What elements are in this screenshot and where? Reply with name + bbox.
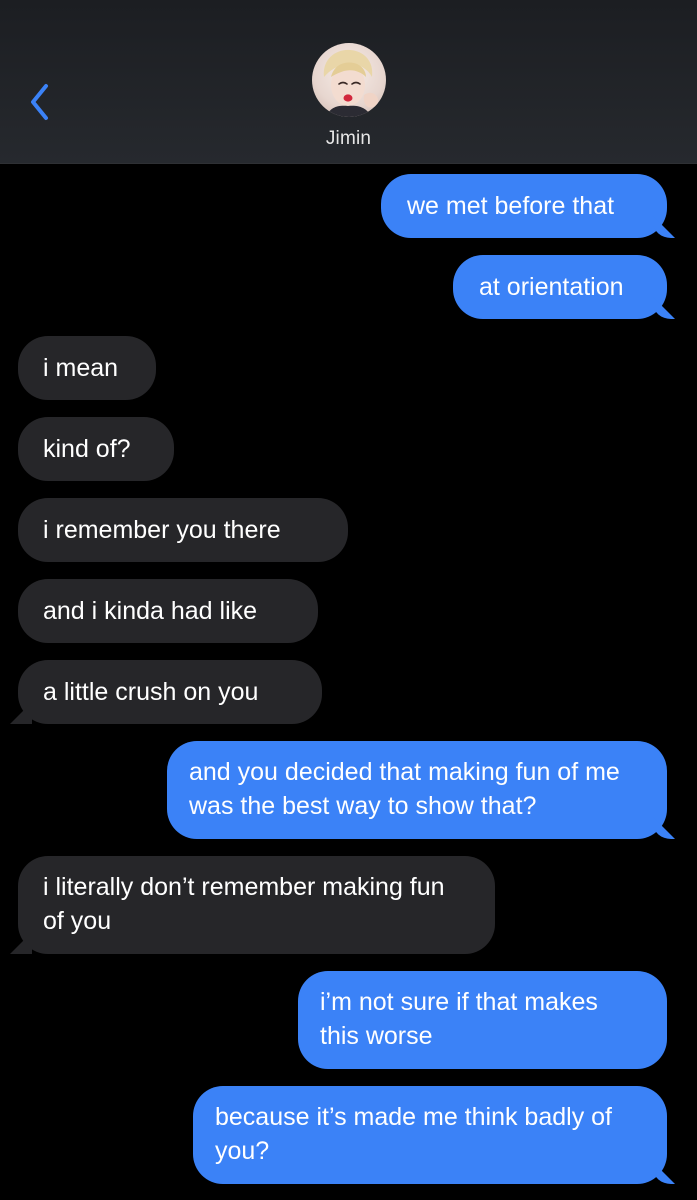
message-text: and i kinda had like (43, 597, 258, 625)
incoming-message-bubble[interactable]: and i kinda had like (18, 579, 318, 643)
chevron-left-icon (31, 84, 48, 120)
contact-name[interactable]: Jimin (0, 128, 697, 150)
back-button[interactable] (24, 76, 64, 124)
message-text: and you decided that making fun of me wa… (189, 758, 620, 820)
incoming-message-bubble[interactable]: i literally don’t remember making fun of… (18, 856, 495, 954)
incoming-message-bubble[interactable]: i remember you there (18, 498, 348, 562)
outgoing-message-bubble[interactable]: and you decided that making fun of me wa… (167, 741, 667, 839)
avatar-portrait (323, 49, 379, 117)
incoming-message-bubble[interactable]: i mean (18, 336, 156, 400)
message-text: because it’s made me think badly of you? (215, 1103, 612, 1165)
outgoing-message-bubble[interactable]: i’m not sure if that makes this worse (298, 971, 667, 1069)
message-text: i literally don’t remember making fun of… (43, 873, 445, 935)
outgoing-message-bubble[interactable]: at orientation (453, 255, 667, 319)
message-text: i mean (43, 354, 119, 382)
outgoing-message-bubble[interactable]: we met before that (381, 174, 667, 238)
message-text: i remember you there (43, 516, 281, 544)
message-text: we met before that (407, 192, 615, 220)
incoming-message-bubble[interactable]: kind of? (18, 417, 174, 481)
message-text: a little crush on you (43, 678, 259, 706)
outgoing-message-bubble[interactable]: because it’s made me think badly of you? (193, 1086, 667, 1184)
contact-avatar[interactable] (312, 43, 386, 117)
incoming-message-bubble[interactable]: a little crush on you (18, 660, 322, 724)
message-text: kind of? (43, 435, 131, 463)
message-text: i’m not sure if that makes this worse (320, 988, 598, 1050)
message-thread[interactable]: we met before that at orientation i mean… (0, 164, 697, 1200)
conversation-header: Jimin (0, 0, 697, 164)
message-text: at orientation (479, 273, 624, 301)
